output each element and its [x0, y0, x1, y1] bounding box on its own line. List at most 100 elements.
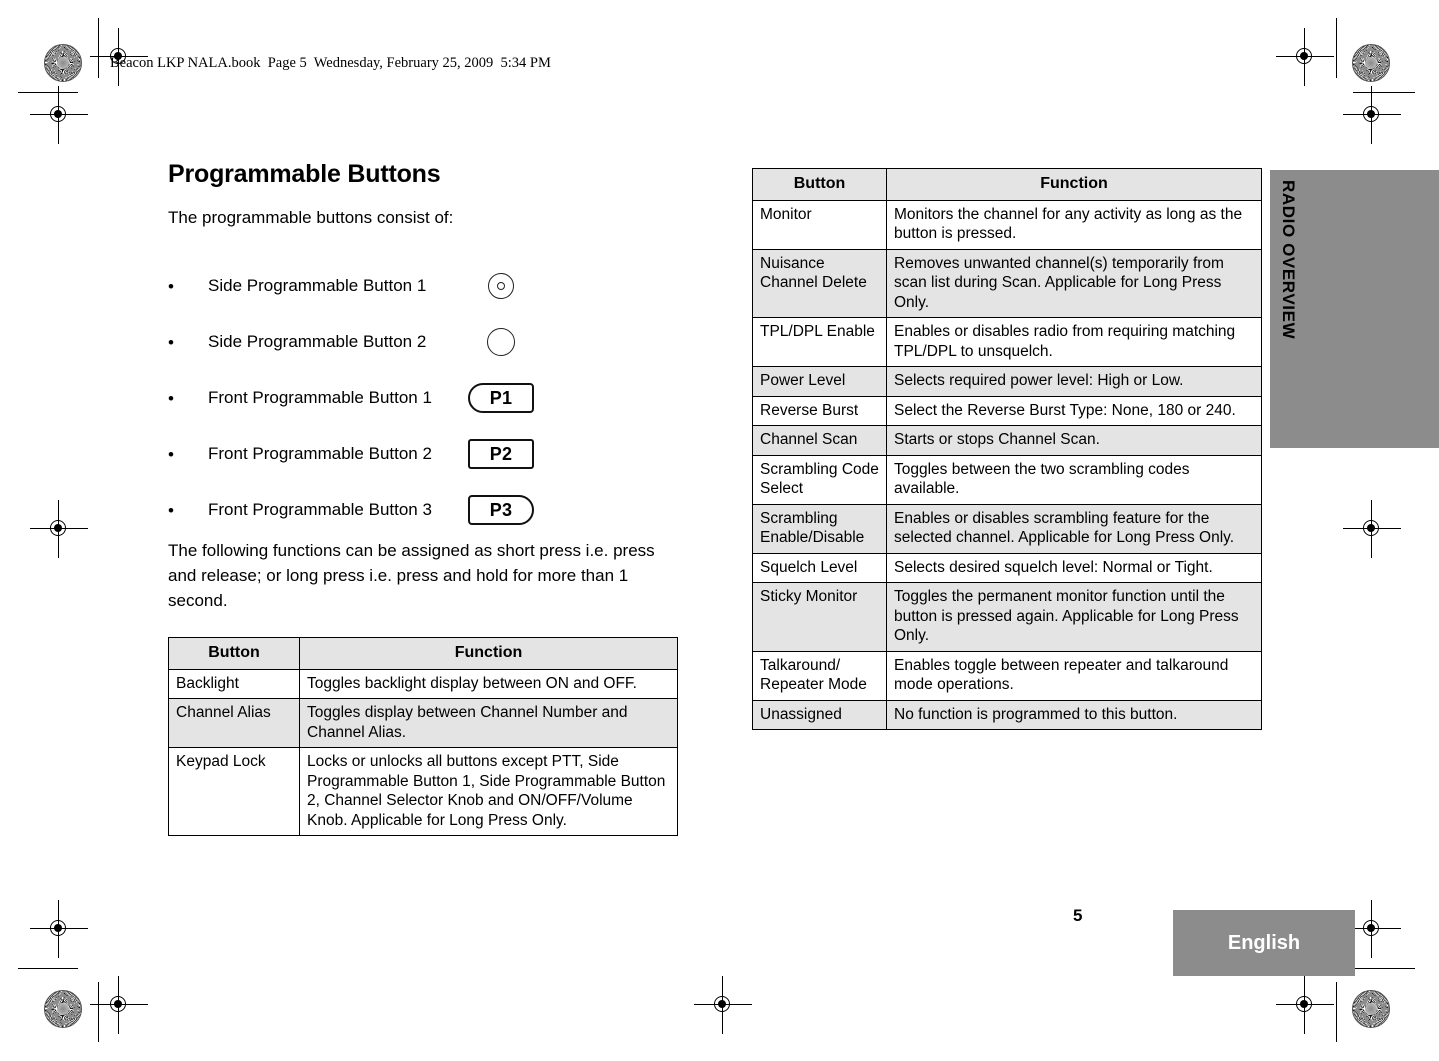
registration-mark-icon [1276, 28, 1334, 86]
cell-button: TPL/DPL Enable [752, 317, 887, 367]
list-item: • Front Programmable Button 2 P2 [168, 426, 688, 482]
cell-function: Selects required power level: High or Lo… [886, 366, 1262, 397]
registration-mark-icon [90, 976, 148, 1034]
table-row: Power Level Selects required power level… [752, 366, 1262, 397]
print-starburst-target-icon [1352, 44, 1390, 82]
registration-mark-icon [694, 976, 752, 1034]
table-row: Nuisance Channel Delete Removes unwanted… [752, 248, 1262, 318]
table-row: Talkaround/ Repeater Mode Enables toggle… [752, 650, 1262, 701]
table-row: Reverse Burst Select the Reverse Burst T… [752, 395, 1262, 426]
cell-function: Selects desired squelch level: Normal or… [886, 552, 1262, 583]
cell-function: Toggles the permanent monitor function u… [886, 582, 1262, 652]
registration-mark-icon [1343, 86, 1401, 144]
print-starburst-target-icon [44, 44, 82, 82]
cell-button: Talkaround/ Repeater Mode [752, 650, 887, 701]
crop-line-vertical [1336, 982, 1337, 1042]
cell-button: Reverse Burst [752, 395, 887, 426]
chapter-thumb-tab-label: RADIO OVERVIEW [1279, 180, 1298, 340]
left-function-table-wrapper: Button Function Backlight Toggles backli… [168, 637, 678, 836]
front-button-2-illustration: P2 [466, 439, 536, 469]
cell-button: Sticky Monitor [752, 582, 887, 652]
cell-function: Toggles between the two scrambling codes… [886, 454, 1262, 505]
p3-key-icon: P3 [468, 495, 534, 525]
table-row: Squelch Level Selects desired squelch le… [752, 552, 1262, 583]
bullet-marker-icon: • [168, 444, 174, 464]
list-item-label: Front Programmable Button 3 [208, 500, 432, 519]
language-block: English [1173, 910, 1355, 976]
plain-knob-icon [487, 328, 515, 356]
print-starburst-target-icon [44, 990, 82, 1028]
intro-text: The programmable buttons consist of: [168, 208, 454, 227]
knob-with-dot-icon [488, 273, 514, 299]
cell-button: Channel Scan [752, 425, 887, 456]
column-header-function: Function [886, 168, 1262, 201]
page-number: 5 [1073, 906, 1083, 925]
bullet-marker-icon: • [168, 276, 174, 296]
cell-function: No function is programmed to this button… [886, 699, 1262, 730]
page-title: Programmable Buttons [168, 160, 441, 188]
crop-line-horizontal [1353, 968, 1415, 969]
table-row: Channel Alias Toggles display between Ch… [168, 698, 678, 748]
table-row: Sticky Monitor Toggles the permanent mon… [752, 582, 1262, 652]
cell-button: Scrambling Enable/Disable [752, 503, 887, 554]
column-header-button: Button [168, 637, 300, 670]
cell-function: Starts or stops Channel Scan. [886, 425, 1262, 456]
cell-function: Toggles display between Channel Number a… [299, 698, 678, 748]
cell-function: Enables toggle between repeater and talk… [886, 650, 1262, 701]
table-header-row: Button Function [168, 637, 678, 670]
cell-button: Monitor [752, 199, 887, 250]
registration-mark-icon [30, 500, 88, 558]
crop-line-vertical [1336, 18, 1337, 78]
table-row: Backlight Toggles backlight display betw… [168, 668, 678, 699]
cell-button: Power Level [752, 366, 887, 397]
registration-mark-icon [1343, 500, 1401, 558]
crop-line-vertical [98, 18, 99, 78]
front-button-1-illustration: P1 [466, 383, 536, 413]
p2-key-icon: P2 [468, 439, 534, 469]
table-header-row: Button Function [752, 168, 1262, 201]
cell-function: Toggles backlight display between ON and… [299, 668, 678, 699]
side-button-2-illustration [466, 328, 536, 356]
running-header: Beacon LKP NALA.book Page 5 Wednesday, F… [110, 55, 551, 71]
table-row: Unassigned No function is programmed to … [752, 699, 1262, 730]
right-column: Button Function Monitor Monitors the cha… [752, 168, 1262, 730]
table-row: Scrambling Enable/Disable Enables or dis… [752, 503, 1262, 554]
column-header-function: Function [299, 637, 678, 670]
table-row: TPL/DPL Enable Enables or disables radio… [752, 317, 1262, 367]
registration-mark-icon [30, 900, 88, 958]
list-item: • Front Programmable Button 3 P3 [168, 482, 688, 538]
cell-button: Keypad Lock [168, 747, 300, 836]
registration-mark-icon [1276, 976, 1334, 1034]
cell-function: Removes unwanted channel(s) temporarily … [886, 248, 1262, 318]
bullet-marker-icon: • [168, 332, 174, 352]
right-function-table: Button Function Monitor Monitors the cha… [752, 168, 1262, 730]
cell-button: Unassigned [752, 699, 887, 730]
cell-button: Backlight [168, 668, 300, 699]
left-function-table: Button Function Backlight Toggles backli… [168, 637, 678, 836]
list-item-label: Front Programmable Button 1 [208, 388, 432, 407]
list-item: • Side Programmable Button 1 [168, 258, 688, 314]
front-button-3-illustration: P3 [466, 495, 536, 525]
table-row: Scrambling Code Select Toggles between t… [752, 454, 1262, 505]
bullet-marker-icon: • [168, 500, 174, 520]
list-item-label: Side Programmable Button 2 [208, 332, 427, 351]
registration-mark-icon [1343, 900, 1401, 958]
programmable-buttons-list: • Side Programmable Button 1 • Side Prog… [168, 258, 688, 538]
table-row: Keypad Lock Locks or unlocks all buttons… [168, 747, 678, 836]
crop-line-vertical [98, 982, 99, 1042]
knob-inner-dot-icon [497, 282, 505, 290]
list-item-label: Side Programmable Button 1 [208, 276, 427, 295]
cell-function: Enables or disables scrambling feature f… [886, 503, 1262, 554]
list-item: • Front Programmable Button 1 P1 [168, 370, 688, 426]
cell-button: Nuisance Channel Delete [752, 248, 887, 318]
bullet-marker-icon: • [168, 388, 174, 408]
crop-line-horizontal [18, 92, 78, 93]
column-header-button: Button [752, 168, 887, 201]
list-item: • Side Programmable Button 2 [168, 314, 688, 370]
cell-button: Channel Alias [168, 698, 300, 748]
side-button-1-illustration [466, 273, 536, 299]
p1-key-icon: P1 [468, 383, 534, 413]
language-label: English [1227, 931, 1301, 954]
chapter-thumb-tab: RADIO OVERVIEW [1270, 170, 1439, 448]
crop-line-horizontal [1353, 92, 1415, 93]
